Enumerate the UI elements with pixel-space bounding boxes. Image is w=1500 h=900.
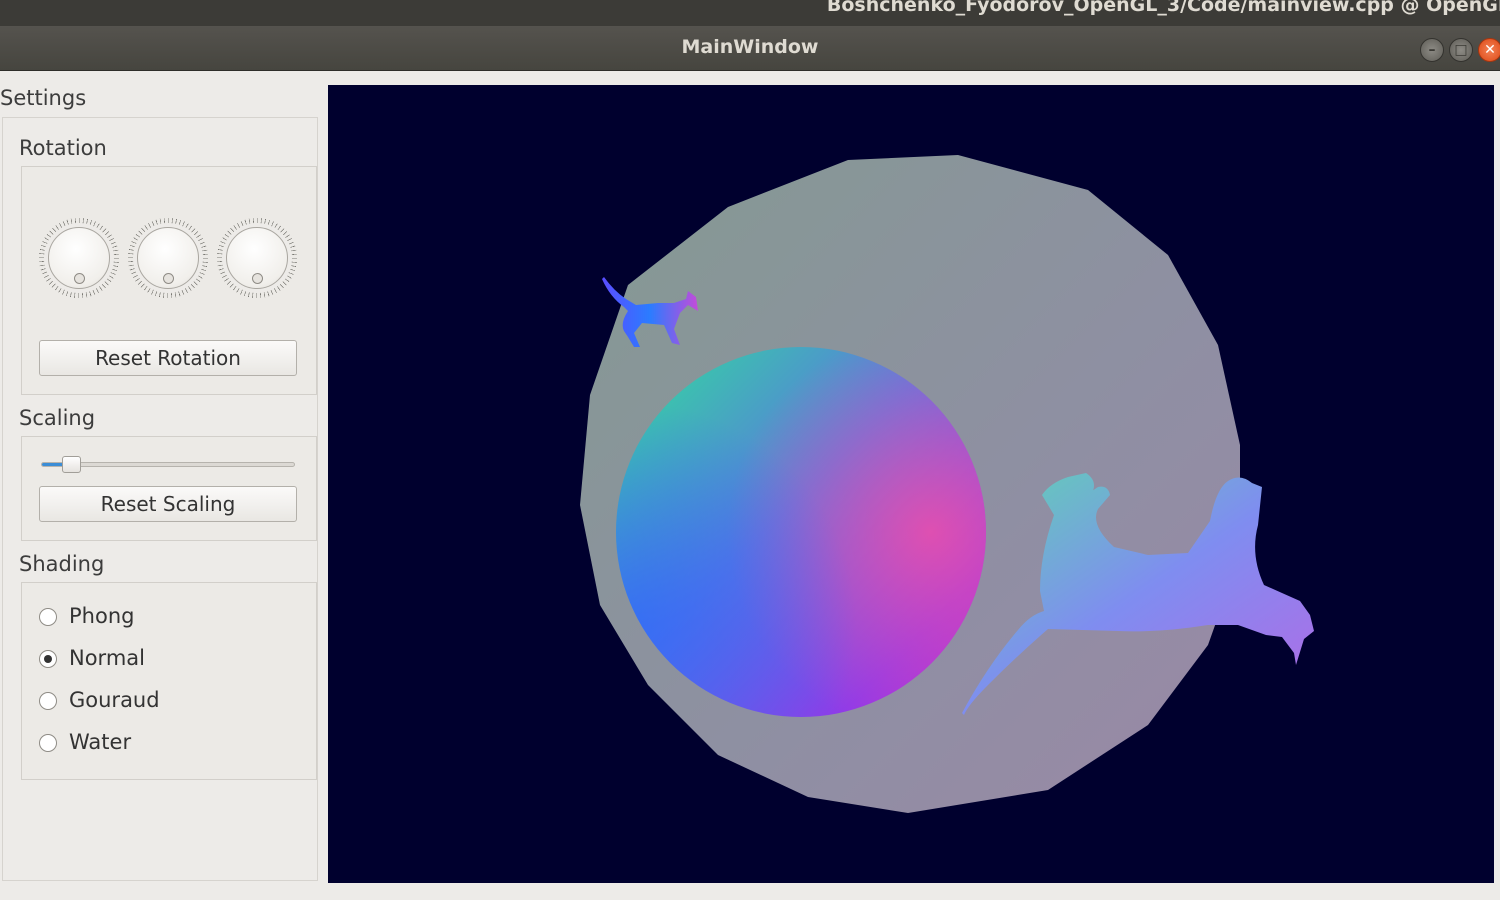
rotation-dial-y[interactable] (128, 218, 208, 298)
shading-group-label: Shading (19, 552, 105, 576)
rotation-group-label: Rotation (19, 136, 107, 160)
shading-frame (21, 582, 317, 780)
dial-indicator-icon (252, 273, 263, 284)
rotation-dial-x[interactable] (39, 218, 119, 298)
scaling-group-label: Scaling (19, 406, 96, 430)
scene-render (580, 155, 1314, 813)
opengl-viewport[interactable] (328, 85, 1494, 883)
window-bottom-edge (0, 884, 1500, 900)
reset-scaling-button[interactable]: Reset Scaling (39, 486, 297, 522)
radio-button[interactable] (39, 692, 57, 710)
system-top-bar: Boshchenko_Fyodorov_OpenGL_3/Code/mainvi… (0, 0, 1500, 26)
radio-label: Gouraud (69, 688, 160, 712)
window-titlebar[interactable]: MainWindow – □ ✕ (0, 26, 1500, 71)
minimize-icon[interactable]: – (1420, 38, 1444, 62)
reset-rotation-button[interactable]: Reset Rotation (39, 340, 297, 376)
radio-button[interactable] (39, 734, 57, 752)
dial-knob[interactable] (226, 227, 288, 289)
close-icon[interactable]: ✕ (1478, 38, 1500, 62)
dial-indicator-icon (163, 273, 174, 284)
scaling-slider-handle[interactable] (62, 456, 82, 473)
radio-button[interactable] (39, 608, 57, 626)
dial-indicator-icon (74, 273, 85, 284)
radio-label: Normal (69, 646, 145, 670)
system-bar-title: Boshchenko_Fyodorov_OpenGL_3/Code/mainvi… (826, 0, 1500, 16)
rotation-dial-z[interactable] (217, 218, 297, 298)
dial-knob[interactable] (137, 227, 199, 289)
maximize-icon[interactable]: □ (1449, 38, 1473, 62)
window-title: MainWindow (681, 36, 819, 58)
radio-label: Water (69, 730, 132, 754)
settings-title: Settings (0, 86, 87, 110)
dial-knob[interactable] (48, 227, 110, 289)
radio-label: Phong (69, 604, 135, 628)
radio-button[interactable] (39, 650, 57, 668)
